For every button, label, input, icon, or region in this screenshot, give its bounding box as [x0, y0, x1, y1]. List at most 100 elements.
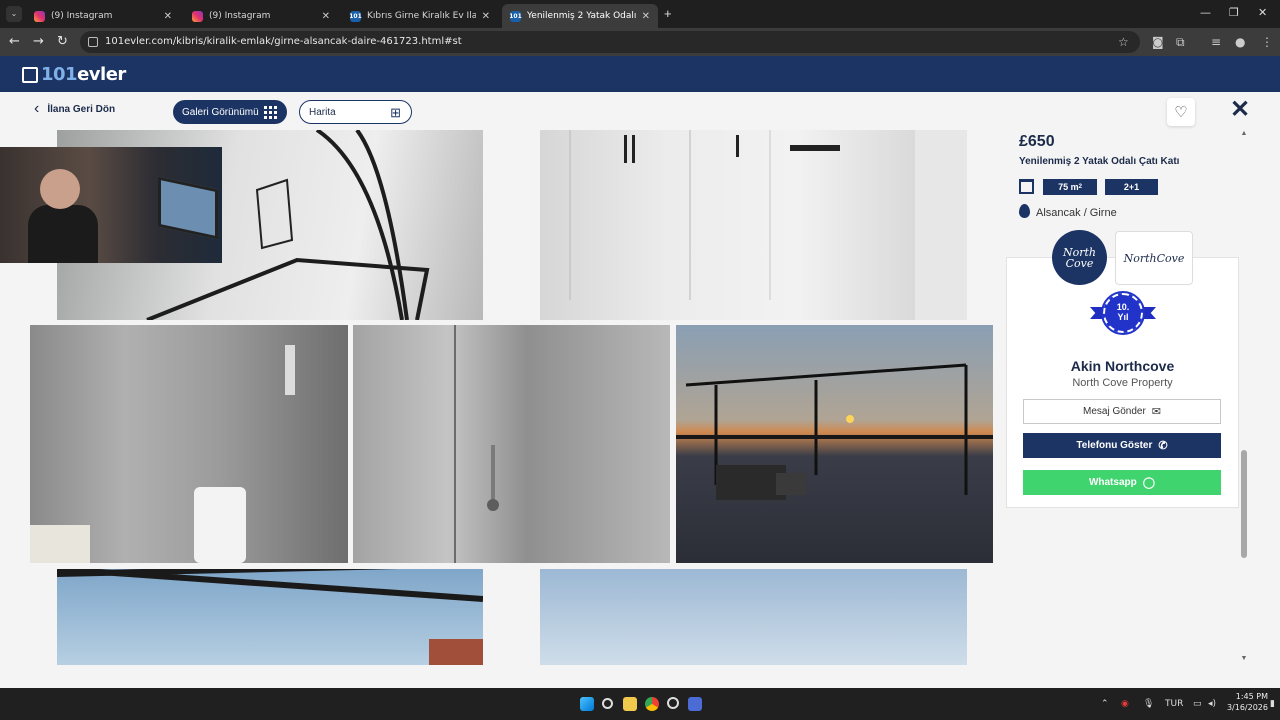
house-icon — [22, 66, 38, 83]
show-phone-button[interactable]: Telefonu Göster ✆ — [1023, 433, 1221, 458]
area-icon — [1019, 179, 1034, 194]
tab-title: Kıbrıs Girne Kiralık Ev İlanları ve — [367, 11, 476, 21]
close-window-icon[interactable]: ✕ — [1258, 6, 1267, 19]
restore-icon[interactable]: ❐ — [1229, 6, 1239, 19]
minimize-icon[interactable]: — — [1200, 6, 1211, 19]
pergola-shape — [57, 569, 483, 665]
area-value: 75 m — [1058, 182, 1079, 192]
location-pin-icon — [1019, 204, 1030, 218]
whatsapp-label: Whatsapp — [1088, 477, 1137, 488]
extensions-icon[interactable]: ⧉ — [1176, 35, 1185, 50]
tab-instagram-2[interactable]: (9) Instagram ✕ — [184, 4, 338, 28]
site-logo[interactable]: 101 evler — [22, 64, 126, 85]
agent-logo-square[interactable]: NorthCove — [1115, 231, 1193, 285]
person-head-shape — [40, 169, 80, 209]
app-icon[interactable] — [667, 697, 679, 709]
clock-date: 3/16/2026 — [1226, 702, 1268, 712]
agent-logo-round[interactable]: North Cove — [1052, 230, 1107, 285]
map-label: Harita — [309, 106, 336, 118]
close-tab-icon[interactable]: ✕ — [322, 11, 330, 22]
windows-start-icon[interactable] — [580, 697, 594, 711]
input-language[interactable]: TUR — [1165, 699, 1183, 709]
101evler-icon: 101 — [349, 10, 362, 22]
phone-icon: ✆ — [1158, 440, 1168, 452]
show-phone-label: Telefonu Göster — [1076, 440, 1153, 451]
close-tab-icon[interactable]: ✕ — [164, 11, 172, 22]
screenshot-icon[interactable]: ◙ — [1152, 35, 1164, 49]
tab-listing-detail[interactable]: 101 Yenilenmiş 2 Yatak Odalı Çatı K ✕ — [502, 4, 658, 28]
gallery-photo-wardrobe[interactable] — [540, 130, 967, 320]
app-icon-2[interactable] — [688, 697, 702, 711]
send-message-button[interactable]: Mesaj Gönder ✉ — [1023, 399, 1221, 424]
site-header — [0, 56, 1280, 92]
gallery-photo-sky-view[interactable] — [540, 569, 967, 665]
address-bar[interactable]: 101evler.com/kibris/kiralik-emlak/girne-… — [80, 31, 1140, 53]
listing-title: Yenilenmiş 2 Yatak Odalı Çatı Katı — [1019, 156, 1180, 167]
tray-app-icon[interactable]: ◉ — [1121, 699, 1129, 709]
gallery-photo-bathroom-toilet[interactable] — [30, 325, 348, 563]
site-info-icon[interactable] — [88, 37, 98, 47]
gallery-view-label: Galeri Görünümü — [182, 106, 259, 118]
network-icon[interactable]: ▭ — [1193, 699, 1202, 709]
tab-listing-search[interactable]: 101 Kıbrıs Girne Kiralık Ev İlanları ve … — [342, 4, 498, 28]
browser-toolbar: ← → ↻ 101evler.com/kibris/kiralik-emlak/… — [0, 28, 1280, 56]
system-clock[interactable]: 1:45 PM 3/16/2026 — [1226, 692, 1268, 714]
windows-taskbar — [0, 688, 1280, 720]
close-gallery-button[interactable]: ✕ — [1230, 95, 1250, 124]
rooms-chip: 2+1 — [1105, 179, 1158, 195]
badge-line2: Yıl — [1117, 312, 1129, 322]
toilet-shape — [30, 345, 295, 563]
chevron-left-icon: ‹ — [34, 100, 40, 117]
heart-icon: ♡ — [1174, 104, 1188, 121]
media-icon[interactable]: ≡ — [1211, 35, 1221, 49]
reload-icon[interactable]: ↻ — [57, 34, 68, 49]
new-tab-button[interactable]: + — [664, 6, 672, 21]
tray-chevron-icon[interactable]: ⌃ — [1101, 699, 1109, 709]
chrome-icon[interactable] — [645, 697, 659, 711]
volume-icon[interactable]: ◂) — [1208, 699, 1216, 709]
tab-instagram-1[interactable]: (9) Instagram ✕ — [26, 4, 180, 28]
back-label: İlana Geri Dön — [47, 103, 116, 115]
microphone-icon[interactable]: 🎙 — [1143, 699, 1154, 709]
notifications-icon[interactable]: ▮ — [1270, 699, 1275, 709]
scrollbar-thumb[interactable] — [1241, 450, 1247, 558]
tab-title: (9) Instagram — [51, 11, 113, 21]
favorite-button[interactable]: ♡ — [1167, 98, 1195, 126]
forward-arrow-icon[interactable]: → — [33, 34, 44, 49]
instagram-icon — [192, 10, 203, 22]
search-icon[interactable] — [602, 698, 613, 709]
scroll-up-icon[interactable]: ▲ — [1240, 130, 1248, 137]
whatsapp-icon: ◯ — [1142, 477, 1156, 489]
file-explorer-icon[interactable] — [623, 697, 637, 711]
back-arrow-icon[interactable]: ← — [9, 34, 20, 49]
logo-text: evler — [77, 64, 126, 85]
send-message-label: Mesaj Gönder — [1082, 406, 1146, 417]
area-unit-sup: 2 — [1078, 184, 1082, 190]
gallery-photo-shower[interactable] — [353, 325, 670, 563]
profile-avatar[interactable]: ● — [1235, 35, 1245, 49]
gallery-view-button[interactable]: Galeri Görünümü — [173, 100, 287, 124]
scroll-down-icon[interactable]: ▼ — [1240, 655, 1248, 662]
shower-shape — [454, 325, 499, 563]
browser-tab-bar: ⌄ (9) Instagram ✕ (9) Instagram ✕ 101 Kı… — [0, 0, 1280, 28]
menu-icon[interactable]: ⋮ — [1261, 35, 1273, 49]
page-scrollbar[interactable]: ▲ ▼ — [1240, 130, 1248, 665]
close-tab-icon[interactable]: ✕ — [642, 11, 650, 22]
badge-seal: 10. Yıl — [1101, 291, 1145, 335]
monitor-shape — [158, 176, 218, 240]
tab-title: Yenilenmiş 2 Yatak Odalı Çatı K — [527, 11, 636, 21]
clock-time: 1:45 PM — [1235, 692, 1268, 701]
star-icon[interactable]: ☆ — [1118, 35, 1129, 49]
map-button[interactable]: Harita ⊞ — [299, 100, 412, 124]
gallery-photo-rooftop-terrace[interactable] — [676, 325, 993, 563]
terrace-shape — [676, 363, 993, 500]
close-tab-icon[interactable]: ✕ — [482, 11, 490, 22]
tab-list-button[interactable]: ⌄ — [6, 6, 22, 22]
gallery-photo-terrace-view[interactable] — [57, 569, 483, 665]
agent-company: North Cove Property — [1072, 377, 1173, 389]
back-to-listing-link[interactable]: ‹ İlana Geri Dön — [34, 100, 115, 118]
instagram-icon — [34, 10, 45, 22]
whatsapp-button[interactable]: Whatsapp ◯ — [1023, 470, 1221, 495]
logo-square-text: NorthCove — [1123, 251, 1185, 265]
grid-icon — [264, 106, 277, 119]
